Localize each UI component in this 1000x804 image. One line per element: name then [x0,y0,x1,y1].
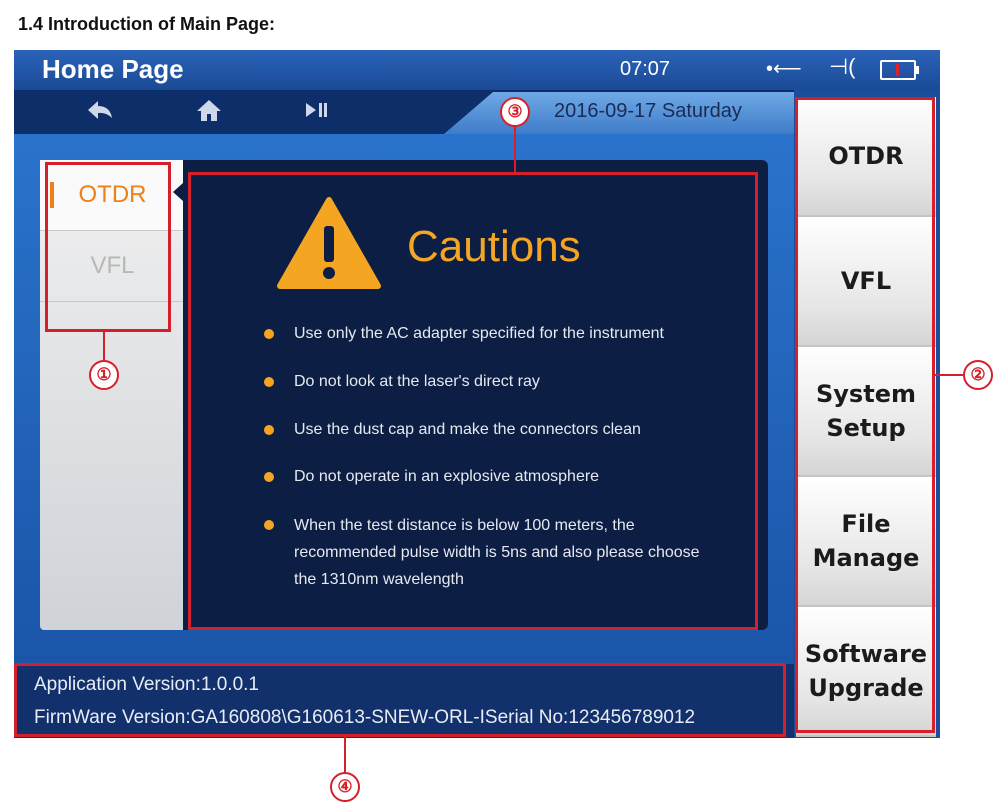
callout-2: ② [963,360,993,390]
callout-4: ④ [330,772,360,802]
leader-line-4 [344,737,346,773]
annotation-box-3 [188,172,758,630]
leader-line-1 [103,332,105,360]
callout-1: ① [89,360,119,390]
page-title: Home Page [42,54,184,84]
callout-3: ③ [500,97,530,127]
annotation-box-1 [45,162,171,332]
tab-pointer [173,183,183,201]
date-display: 2016-09-17 Saturday [554,100,742,122]
play-pause-icon[interactable] [302,98,330,128]
leader-line-3 [514,124,516,172]
annotation-box-4 [14,663,786,737]
document-heading: 1.4 Introduction of Main Page: [18,14,276,34]
clock-time: 07:07 [620,58,671,80]
home-icon[interactable] [195,98,223,128]
back-arrow-icon[interactable] [86,98,114,128]
leader-line-2 [935,374,963,376]
annotation-box-2 [795,97,935,733]
